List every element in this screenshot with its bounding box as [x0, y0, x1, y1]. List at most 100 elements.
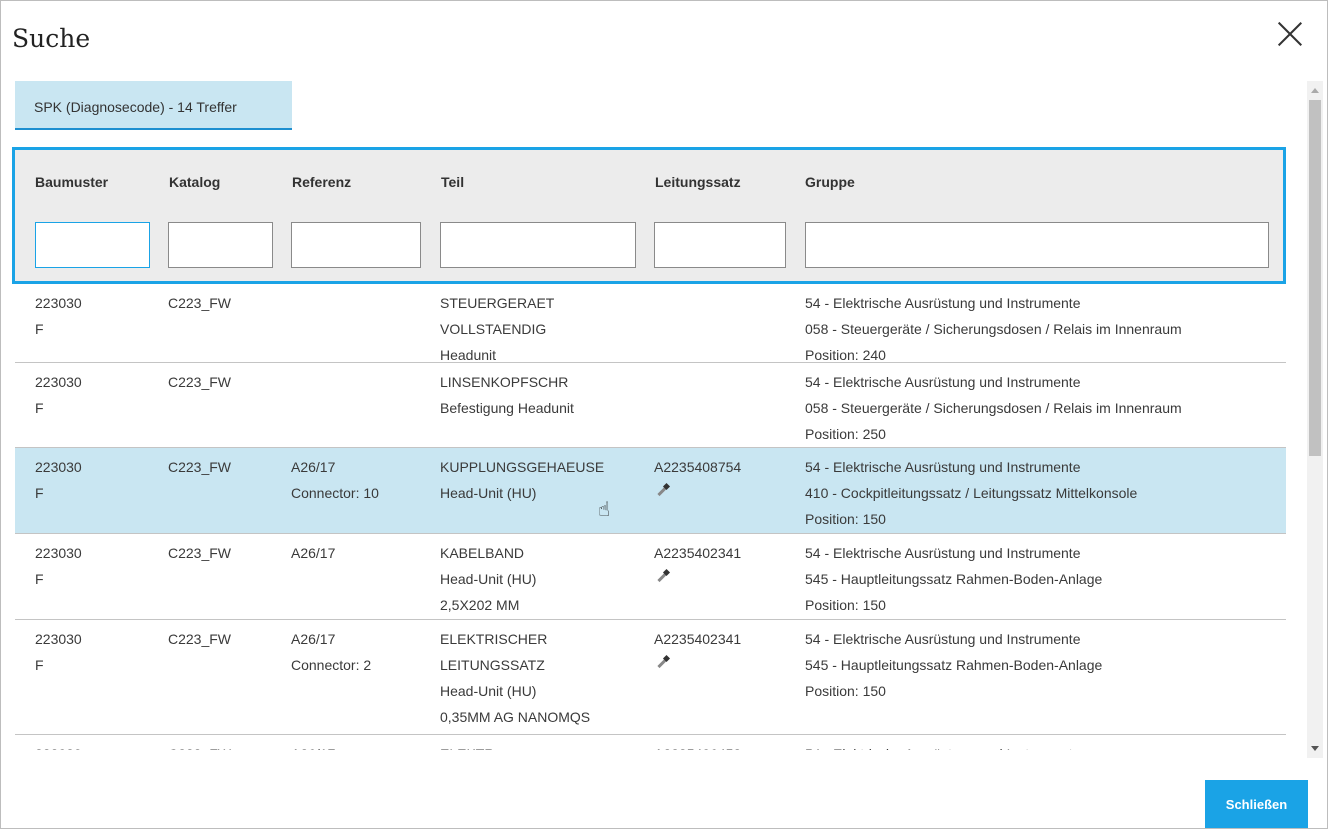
cell-katalog: C223_FW [168, 290, 231, 316]
cell-katalog: C223_FW [168, 454, 231, 480]
cell-line: 223030 [35, 374, 82, 390]
cell-line: F [35, 321, 44, 337]
cell-line: A26/17 [291, 631, 336, 647]
cell-teil: ELEKTRISCHER LEITUNGSSATZ Head-Unit (HU) 0,… [440, 626, 590, 730]
cell-line: Head-Unit (HU) [440, 571, 537, 587]
cell-baumuster: 223030 F [35, 540, 82, 592]
cell-teil: ELEKTR. [440, 741, 498, 750]
table-row[interactable]: 223030 F C223_FW STEUERGERAET VOLLSTAENDIG He… [15, 284, 1286, 363]
cell-gruppe: 54 - Elektrische Ausrüstung und Instrume… [805, 626, 1102, 704]
cell-line: C223_FW [168, 545, 232, 561]
header-gruppe[interactable]: Gruppe [805, 174, 855, 190]
filter-input-baumuster[interactable] [35, 222, 150, 268]
scrollbar-thumb[interactable] [1309, 100, 1321, 456]
cell-leitungssatz: A2235402341 [654, 626, 741, 678]
cell-line: LINSENKOPFSCHR [440, 374, 569, 390]
cell-teil: KUPPLUNGSGEHAEUSE Head-Unit (HU) [440, 454, 604, 506]
cell-line: Befestigung Headunit [440, 400, 574, 416]
header-leitungssatz[interactable]: Leitungssatz [655, 174, 741, 190]
cell-line: C223_FW [168, 295, 232, 311]
cell-line: A2235402341 [654, 631, 742, 647]
wiring-diagram-icon[interactable] [656, 570, 670, 584]
cell-line: C223_FW [168, 459, 232, 475]
cell-line: F [35, 571, 44, 587]
cell-gruppe: 54 - Elektrische Ausrüstung und Instrume… [805, 741, 1080, 750]
header-referenz[interactable]: Referenz [292, 174, 351, 190]
cell-teil: KABELBAND Head-Unit (HU) 2,5X202 MM [440, 540, 536, 618]
cell-line: A26/17 [291, 545, 336, 561]
cell-referenz: A26/17 [291, 540, 335, 566]
close-button[interactable]: Schließen [1205, 780, 1308, 828]
header-baumuster[interactable]: Baumuster [35, 174, 108, 190]
wiring-diagram-icon[interactable] [656, 656, 670, 670]
cell-line: 54 - Elektrische Ausrüstung und Instrume… [805, 374, 1081, 390]
filter-input-katalog[interactable] [168, 222, 273, 268]
cell-line: 545 - Hauptleitungssatz Rahmen-Boden-Anl… [805, 571, 1103, 587]
cell-line: Connector: 10 [291, 485, 379, 501]
cell-line: C223_FW [168, 374, 232, 390]
cell-line: Head-Unit (HU) [440, 485, 537, 501]
scroll-down-arrow-icon[interactable] [1311, 746, 1319, 751]
table-row[interactable]: 223030 F C223_FW A26/17 KABELBAND Head-Unit (… [15, 534, 1286, 620]
table-row[interactable]: 223030 C223_FW A26/17 ELEKTR. A2235406453 54 … [15, 735, 1286, 750]
scrollbar[interactable] [1307, 81, 1323, 758]
cell-line: C223_FW [168, 741, 231, 750]
table-row[interactable]: 223030 F C223_FW A26/17 Connector: 10 KUPPLUN… [15, 448, 1286, 534]
scroll-up-arrow-icon[interactable] [1311, 88, 1319, 93]
cell-line: 223030 [35, 741, 82, 750]
cell-line: 223030 [35, 631, 82, 647]
cell-gruppe: 54 - Elektrische Ausrüstung und Instrume… [805, 290, 1182, 368]
header-teil[interactable]: Teil [441, 174, 464, 190]
cell-line: 54 - Elektrische Ausrüstung und Instrume… [805, 295, 1081, 311]
cell-katalog: C223_FW [168, 540, 231, 566]
cell-line: 223030 [35, 295, 82, 311]
cell-gruppe: 54 - Elektrische Ausrüstung und Instrume… [805, 369, 1182, 447]
cell-gruppe: 54 - Elektrische Ausrüstung und Instrume… [805, 454, 1137, 532]
cell-line: A2235408754 [654, 459, 742, 475]
cell-line: Head-Unit (HU) [440, 683, 537, 699]
table-row[interactable]: 223030 F C223_FW LINSENKOPFSCHR Befestigung … [15, 363, 1286, 448]
cell-line: 410 - Cockpitleitungssatz / Leitungssatz… [805, 485, 1138, 501]
cell-line: 54 - Elektrische Ausrüstung und Instrume… [805, 631, 1081, 647]
cell-line: 223030 [35, 459, 82, 475]
cell-referenz: A26/17 Connector: 10 [291, 454, 379, 506]
cell-line: Position: 250 [805, 426, 886, 442]
tab-spk-diagnosecode[interactable]: SPK (Diagnosecode) - 14 Treffer [15, 81, 292, 130]
cell-line: Position: 150 [805, 597, 886, 613]
search-dialog: Suche SPK (Diagnosecode) - 14 Treffer Ba… [0, 0, 1328, 829]
cell-line: 54 - Elektrische Ausrüstung und Instrume… [805, 459, 1081, 475]
cell-line: ELEKTRISCHER [440, 631, 548, 647]
cell-line: F [35, 400, 44, 416]
cell-leitungssatz: A2235406453 [654, 741, 741, 750]
cell-leitungssatz: A2235402341 [654, 540, 741, 592]
filter-input-teil[interactable] [440, 222, 636, 268]
cell-line: VOLLSTAENDIG [440, 321, 547, 337]
cell-line: Connector: 2 [291, 657, 372, 673]
cell-line: 545 - Hauptleitungssatz Rahmen-Boden-Anl… [805, 657, 1103, 673]
cell-line: A26/17 [291, 741, 335, 750]
filter-panel: Baumuster Katalog Referenz Teil Leitungs… [12, 147, 1286, 284]
filter-input-leitungssatz[interactable] [654, 222, 786, 268]
filter-input-referenz[interactable] [291, 222, 421, 268]
cell-line: ELEKTR. [440, 741, 498, 750]
close-icon[interactable] [1277, 21, 1303, 47]
cell-line: F [35, 485, 44, 501]
hand-pointer-icon: ☝ [598, 499, 611, 521]
cell-line: F [35, 657, 44, 673]
cell-line: STEUERGERAET [440, 295, 555, 311]
cell-line: LEITUNGSSATZ [440, 657, 545, 673]
cell-baumuster: 223030 F [35, 290, 82, 342]
table-row[interactable]: 223030 F C223_FW A26/17 Connector: 2 ELEKTRIS… [15, 620, 1286, 735]
cell-line: A2235402341 [654, 545, 742, 561]
cell-line: 223030 [35, 545, 82, 561]
results-table: 223030 F C223_FW STEUERGERAET VOLLSTAENDIG He… [15, 284, 1286, 750]
cell-baumuster: 223030 F [35, 369, 82, 421]
cell-teil: STEUERGERAET VOLLSTAENDIG Headunit [440, 290, 554, 368]
cell-referenz: A26/17 Connector: 2 [291, 626, 371, 678]
header-katalog[interactable]: Katalog [169, 174, 220, 190]
cell-katalog: C223_FW [168, 626, 231, 652]
cell-referenz: A26/17 [291, 741, 335, 750]
filter-input-gruppe[interactable] [805, 222, 1269, 268]
wiring-diagram-icon[interactable] [656, 484, 670, 498]
cell-line: A2235406453 [654, 741, 741, 750]
